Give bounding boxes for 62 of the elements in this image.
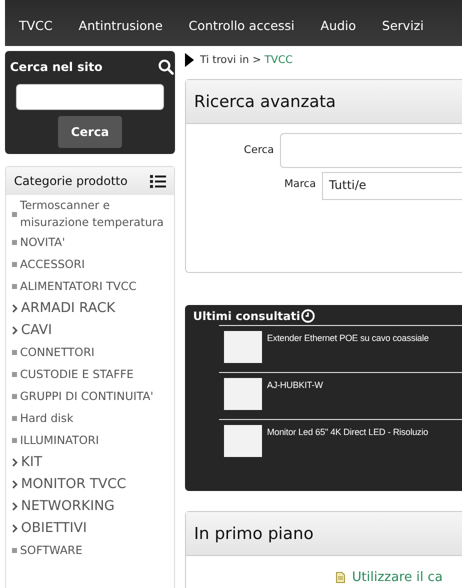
brand-dropdown[interactable]: Tutti/e [322,172,462,200]
category-link[interactable]: CAVI [21,322,52,338]
category-link[interactable]: ACCESSORI [20,256,85,272]
product-link[interactable]: Extender Ethernet POE su cavo coassiale [267,333,429,372]
field-label: Marca [283,178,316,190]
chevron-icon [12,458,18,466]
bullet-icon [12,548,17,552]
nav-link[interactable]: Antintrusione [78,18,163,32]
category-link[interactable]: MONITOR TVCC [21,476,126,492]
panel-title: In primo piano [194,524,314,543]
nav-link[interactable]: Servizi [382,18,424,32]
nav-link[interactable]: Audio [320,18,356,32]
category-link[interactable]: Termoscanner e misurazione temperatura [20,197,174,231]
search-field[interactable] [16,84,164,110]
bullet-icon [12,350,17,354]
category-link[interactable]: CONNETTORI [20,344,94,360]
search-button[interactable]: Cerca [58,116,122,148]
bullet-icon [12,240,17,244]
category-link[interactable]: SOFTWARE [20,542,83,558]
bullet-icon [12,394,17,398]
panel-title: Ultimi consultati [193,309,300,323]
chevron-icon [12,524,18,532]
list-icon [150,174,166,188]
category-link[interactable]: CUSTODIE E STAFFE [20,366,134,382]
bullet-icon [12,416,17,420]
bullet-icon [12,372,17,376]
bullet-icon [12,438,17,442]
category-link[interactable]: ILLUMINATORI [20,432,99,448]
category-link[interactable]: KIT [21,454,42,470]
category-link[interactable]: NOVITA' [20,234,66,250]
product-link[interactable]: Monitor Led 65" 4K Direct LED - Risoluzio [267,427,428,466]
nav-link[interactable]: TVCC [19,18,53,32]
panel-title: Cerca nel sito [10,60,102,74]
category-link[interactable]: ALIMENTATORI TVCC [20,278,137,294]
clock-icon [301,309,316,323]
chevron-icon [12,326,18,334]
bullet-icon [12,262,17,266]
chevron-icon [12,502,18,510]
chevron-icon [12,480,18,488]
nav-link[interactable]: Controllo accessi [188,18,295,32]
article-link[interactable]: Utilizzare il ca [352,570,443,585]
category-link[interactable]: Hard disk [20,410,74,426]
category-link[interactable]: GRUPPI DI CONTINUITA' [20,388,154,404]
category-link[interactable]: NETWORKING [21,498,115,514]
bullet-icon [12,212,17,216]
panel-title: Categorie prodotto [14,174,128,188]
breadcrumb: Ti trovi in > TVCC [200,54,293,66]
search-field[interactable] [280,132,462,168]
category-link[interactable]: OBIETTIVI [21,520,87,536]
product-thumbnail[interactable] [224,331,262,363]
product-link[interactable]: AJ-HUBKIT-W [267,380,323,419]
breadcrumb-link[interactable]: TVCC [264,54,293,66]
panel-title: Ricerca avanzata [194,92,336,111]
product-thumbnail[interactable] [224,378,262,410]
document-icon [336,572,345,583]
triangle-icon [185,53,194,67]
chevron-icon [12,304,18,312]
product-thumbnail[interactable] [224,425,262,457]
field-label: Cerca [242,144,274,156]
search-icon [158,59,174,75]
category-link[interactable]: ARMADI RACK [21,300,116,316]
bullet-icon [12,284,17,288]
